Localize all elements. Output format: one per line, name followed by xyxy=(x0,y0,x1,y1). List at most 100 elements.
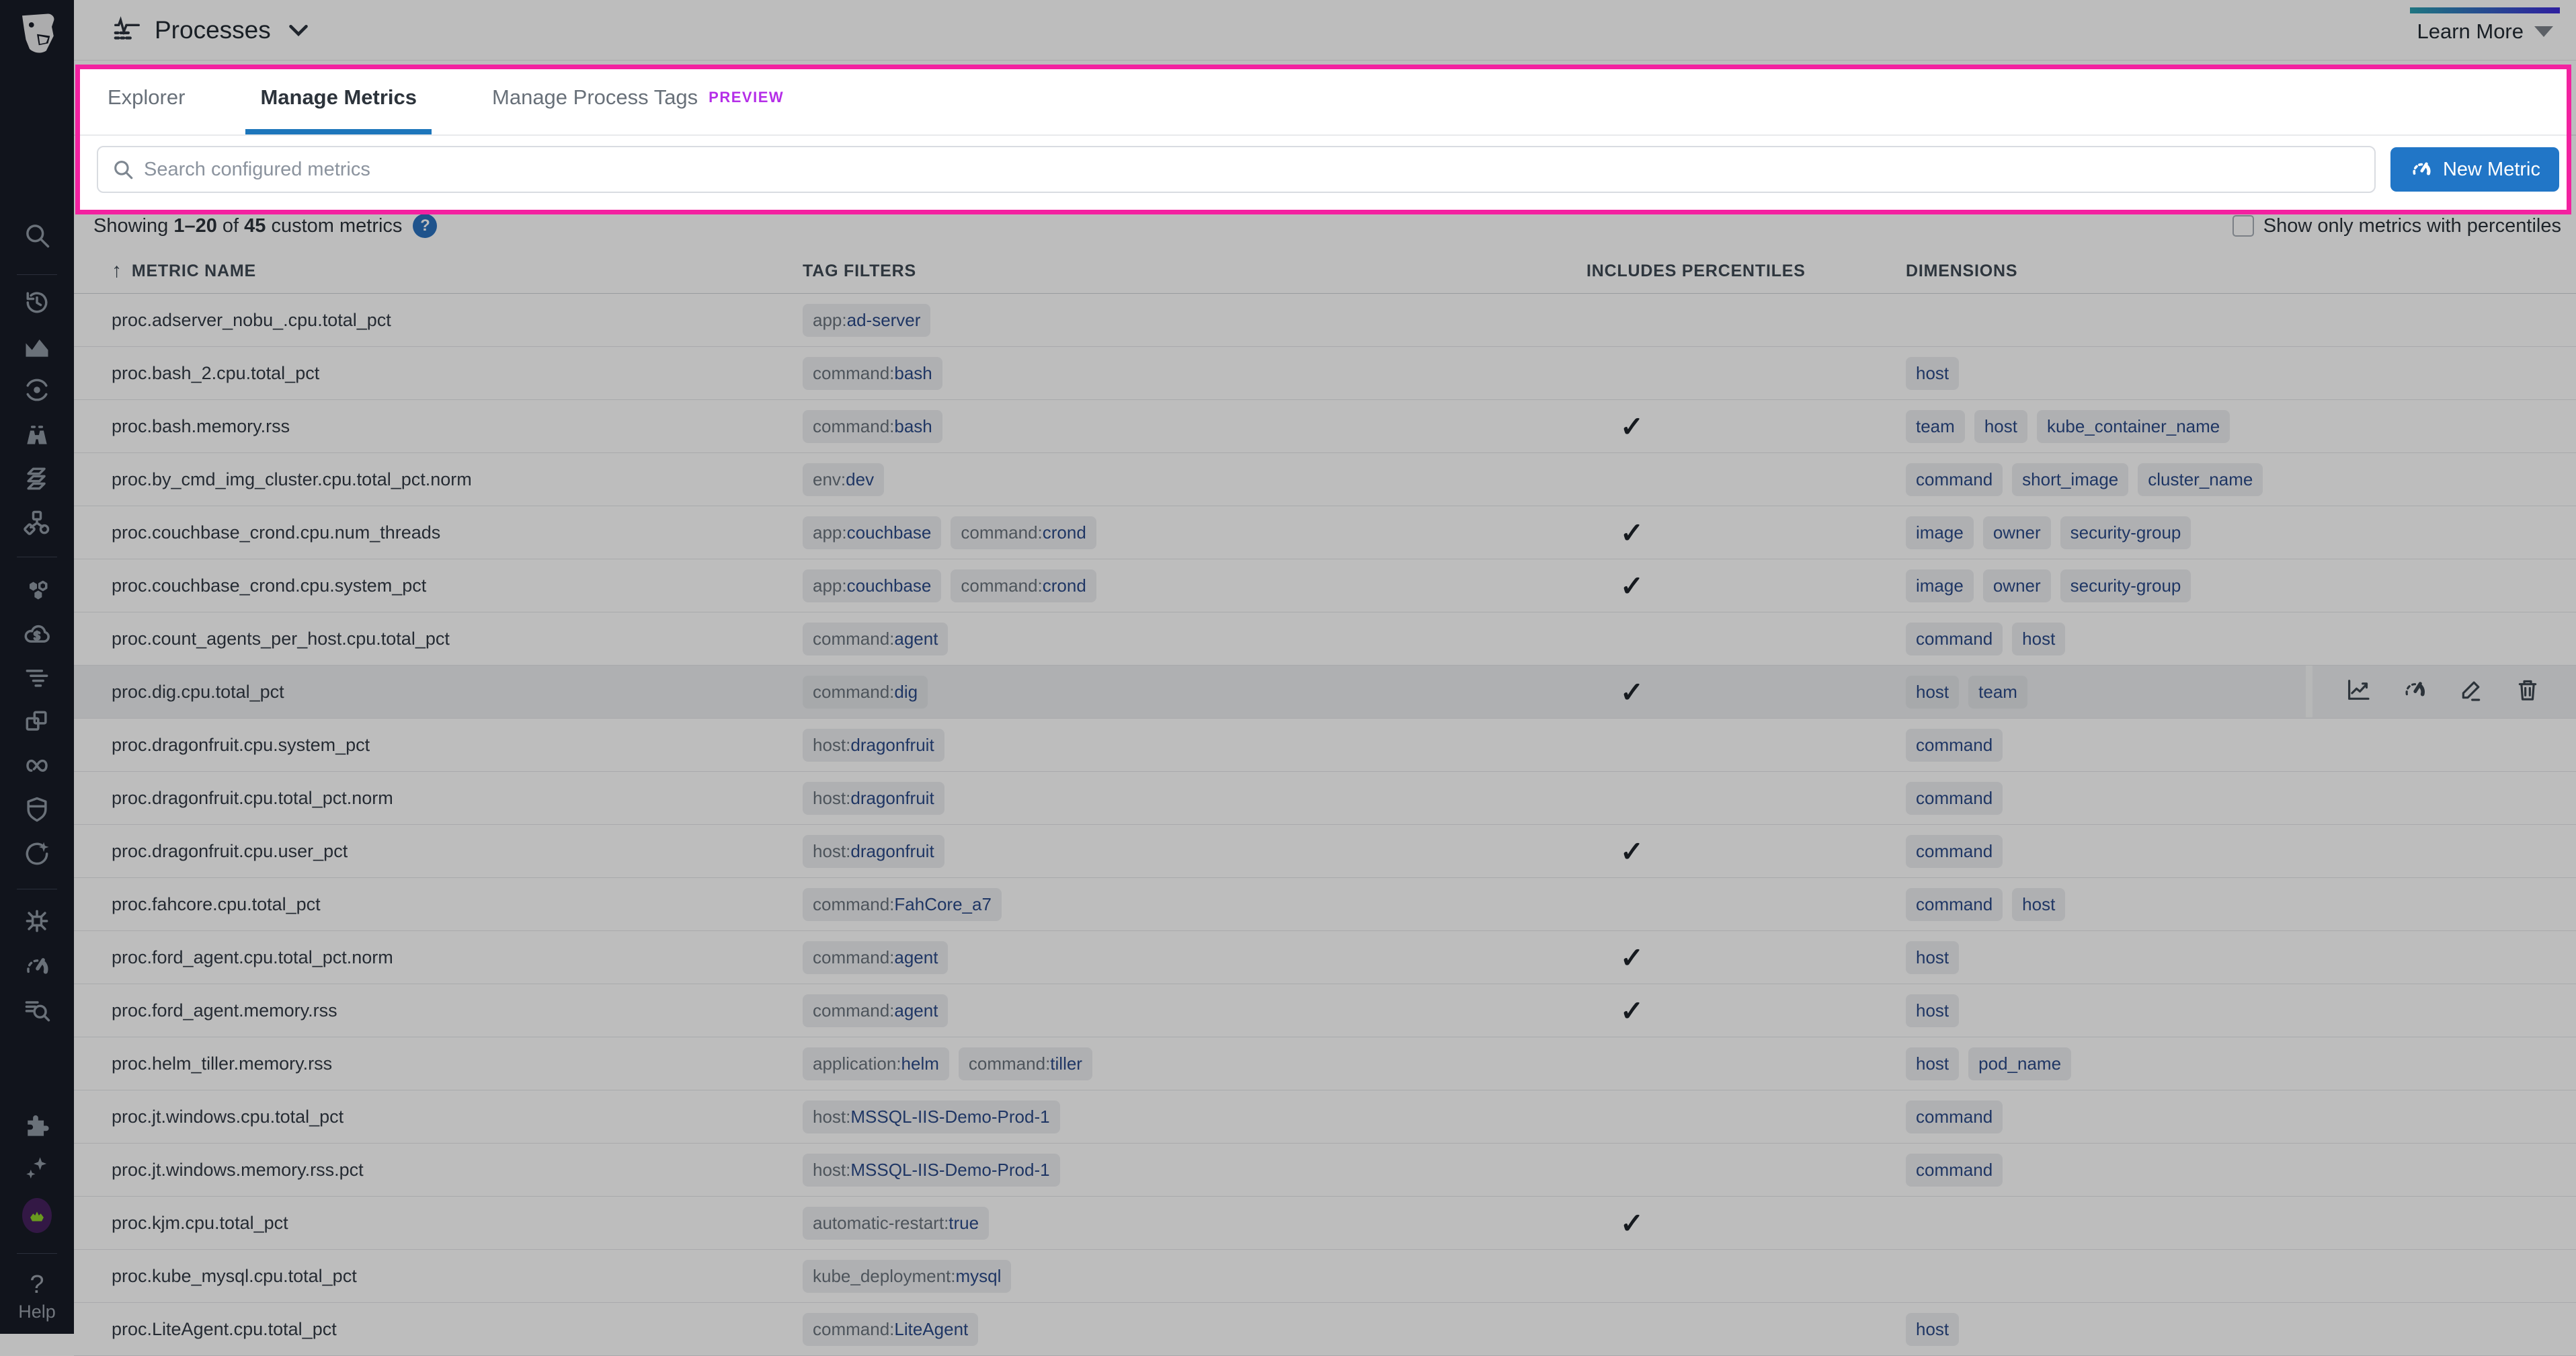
infrastructure-icon[interactable] xyxy=(22,464,52,493)
metric-name: proc.jt.windows.memory.rss.pct xyxy=(112,1160,803,1181)
avatar-icon[interactable] xyxy=(22,1201,52,1230)
search-box[interactable] xyxy=(97,146,2376,193)
bits-ai-icon[interactable] xyxy=(22,1153,52,1183)
tag-filters-cell: command:agent xyxy=(803,994,1586,1027)
tag-filters-cell: host:MSSQL-IIS-Demo-Prod-1 xyxy=(803,1154,1586,1187)
tag-chip: command:tiller xyxy=(959,1047,1092,1080)
tag-chip: host xyxy=(2012,623,2065,655)
gauge-icon[interactable] xyxy=(22,952,52,982)
metrics-icon[interactable] xyxy=(22,332,52,362)
tab-manage-metrics[interactable]: Manage Metrics xyxy=(260,61,417,134)
table-row[interactable]: proc.couchbase_crond.cpu.system_pctapp:c… xyxy=(74,559,2576,612)
tag-chip: app:ad-server xyxy=(803,304,930,337)
table-row[interactable]: proc.bash_2.cpu.total_pctcommand:bashhos… xyxy=(74,347,2576,400)
help-label: Help xyxy=(0,1302,74,1322)
datadog-logo[interactable] xyxy=(0,0,74,65)
sort-ascending-icon: ↑ xyxy=(112,260,122,282)
tag-filters-cell: command:agent xyxy=(803,623,1586,655)
apm-icon[interactable] xyxy=(22,420,52,449)
table-row[interactable]: proc.dragonfruit.cpu.user_pcthost:dragon… xyxy=(74,825,2576,878)
table-row[interactable]: proc.ford_agent.memory.rsscommand:agent✓… xyxy=(74,984,2576,1037)
tag-chip: security-group xyxy=(2060,516,2191,549)
summary-help-icon[interactable]: ? xyxy=(413,214,437,238)
summary-row: Showing 1–20 of 45 custom metrics ? Show… xyxy=(74,203,2576,249)
tag-chip: app:couchbase xyxy=(803,569,941,602)
checkmark-icon: ✓ xyxy=(1586,836,1644,867)
history-icon[interactable] xyxy=(22,288,52,317)
new-metric-button[interactable]: New Metric xyxy=(2390,147,2559,192)
table-row[interactable]: proc.dig.cpu.total_pctcommand:dig✓hostte… xyxy=(74,666,2576,719)
percentiles-cell: ✓ xyxy=(1586,1207,1906,1240)
table-row[interactable]: proc.bash.memory.rsscommand:bash✓teamhos… xyxy=(74,400,2576,453)
tab-explorer[interactable]: Explorer xyxy=(108,61,185,134)
tag-chip: host:dragonfruit xyxy=(803,835,944,868)
table-row[interactable]: proc.helm_tiller.memory.rssapplication:h… xyxy=(74,1037,2576,1090)
tag-chip: host:dragonfruit xyxy=(803,782,944,815)
table-row[interactable]: proc.kjm.cpu.total_pctautomatic-restart:… xyxy=(74,1197,2576,1250)
metric-name: proc.adserver_nobu_.cpu.total_pct xyxy=(112,310,803,331)
percentiles-filter[interactable]: Show only metrics with percentiles xyxy=(2232,215,2561,237)
help-icon[interactable]: ? xyxy=(22,1270,52,1300)
search-icon xyxy=(112,158,134,181)
learn-more-label: Learn More xyxy=(2417,19,2524,44)
watchdog-icon[interactable] xyxy=(22,375,52,405)
table-row[interactable]: proc.count_agents_per_host.cpu.total_pct… xyxy=(74,612,2576,666)
metric-name: proc.ford_agent.memory.rss xyxy=(112,1000,803,1021)
table-row[interactable]: proc.by_cmd_img_cluster.cpu.total_pct.no… xyxy=(74,453,2576,506)
integrations-icon[interactable] xyxy=(22,1111,52,1140)
metric-name: proc.dragonfruit.cpu.system_pct xyxy=(112,735,803,756)
sidebar-divider xyxy=(17,1253,57,1254)
table-row[interactable]: proc.jt.windows.memory.rss.pcthost:MSSQL… xyxy=(74,1144,2576,1197)
table-row[interactable]: proc.ford_agent.cpu.total_pct.normcomman… xyxy=(74,931,2576,984)
search-input[interactable] xyxy=(144,159,2361,181)
product-switcher[interactable]: Processes xyxy=(112,15,314,46)
dimensions-cell: teamhostkube_container_name xyxy=(1906,410,2576,443)
percentiles-checkbox[interactable] xyxy=(2232,215,2254,237)
delete-icon[interactable] xyxy=(2514,676,2541,707)
search-icon[interactable] xyxy=(22,221,52,250)
timeseries-icon[interactable] xyxy=(2345,676,2372,707)
security-icon[interactable] xyxy=(22,795,52,824)
tab-manage-process-tags[interactable]: Manage Process TagsPREVIEW xyxy=(492,61,784,134)
percentiles-cell: ✓ xyxy=(1586,835,1906,868)
table-row[interactable]: proc.dragonfruit.cpu.system_pcthost:drag… xyxy=(74,719,2576,772)
tag-chip: pod_name xyxy=(1968,1047,2071,1080)
metric-name: proc.fahcore.cpu.total_pct xyxy=(112,894,803,915)
tag-chip: command xyxy=(1906,1154,2003,1187)
dimensions-cell: command xyxy=(1906,1154,2576,1187)
synthetics-icon[interactable] xyxy=(22,839,52,869)
table-row[interactable]: proc.dragonfruit.cpu.total_pct.normhost:… xyxy=(74,772,2576,825)
dashboards-icon[interactable] xyxy=(22,707,52,737)
edit-icon[interactable] xyxy=(2458,676,2485,707)
service-map-icon[interactable] xyxy=(22,508,52,538)
dimensions-cell: host xyxy=(1906,994,2576,1027)
audit-icon[interactable] xyxy=(22,995,52,1025)
tag-chip: owner xyxy=(1983,516,2051,549)
gauge-icon[interactable] xyxy=(2401,676,2428,707)
tag-chip: host:dragonfruit xyxy=(803,729,944,762)
preview-badge: PREVIEW xyxy=(709,89,784,106)
checkmark-icon: ✓ xyxy=(1586,517,1644,549)
learn-more-button[interactable]: Learn More xyxy=(2410,2,2560,58)
tab-bar: Explorer Manage Metrics Manage Process Tag… xyxy=(74,61,2576,136)
tag-chip: automatic-restart:true xyxy=(803,1207,989,1240)
tag-chip: kube_deployment:mysql xyxy=(803,1260,1011,1293)
logs-icon[interactable] xyxy=(22,663,52,692)
dimensions-cell: imageownersecurity-group xyxy=(1906,569,2576,602)
tag-filters-cell: command:bash xyxy=(803,410,1586,443)
table-row[interactable]: proc.kube_mysql.cpu.total_pctkube_deploy… xyxy=(74,1250,2576,1303)
tag-chip: host xyxy=(1906,676,1959,709)
table-row[interactable]: proc.jt.windows.cpu.total_pcthost:MSSQL-… xyxy=(74,1090,2576,1144)
table-row[interactable]: proc.fahcore.cpu.total_pctcommand:FahCor… xyxy=(74,878,2576,931)
cloud-cost-icon[interactable] xyxy=(22,620,52,649)
table-row[interactable]: proc.couchbase_crond.cpu.num_threadsapp:… xyxy=(74,506,2576,559)
error-tracking-icon[interactable] xyxy=(22,906,52,936)
sidebar-divider xyxy=(17,274,57,275)
column-header-metric-name[interactable]: ↑ METRIC NAME xyxy=(112,260,803,282)
table-row[interactable]: proc.LiteAgent.cpu.total_pctcommand:Lite… xyxy=(74,1303,2576,1356)
dimensions-cell: host xyxy=(1906,941,2576,974)
table-row[interactable]: proc.adserver_nobu_.cpu.total_pctapp:ad-… xyxy=(74,294,2576,347)
ci-icon[interactable] xyxy=(22,750,52,780)
tag-chip: command xyxy=(1906,835,2003,868)
containers-icon[interactable] xyxy=(22,575,52,605)
